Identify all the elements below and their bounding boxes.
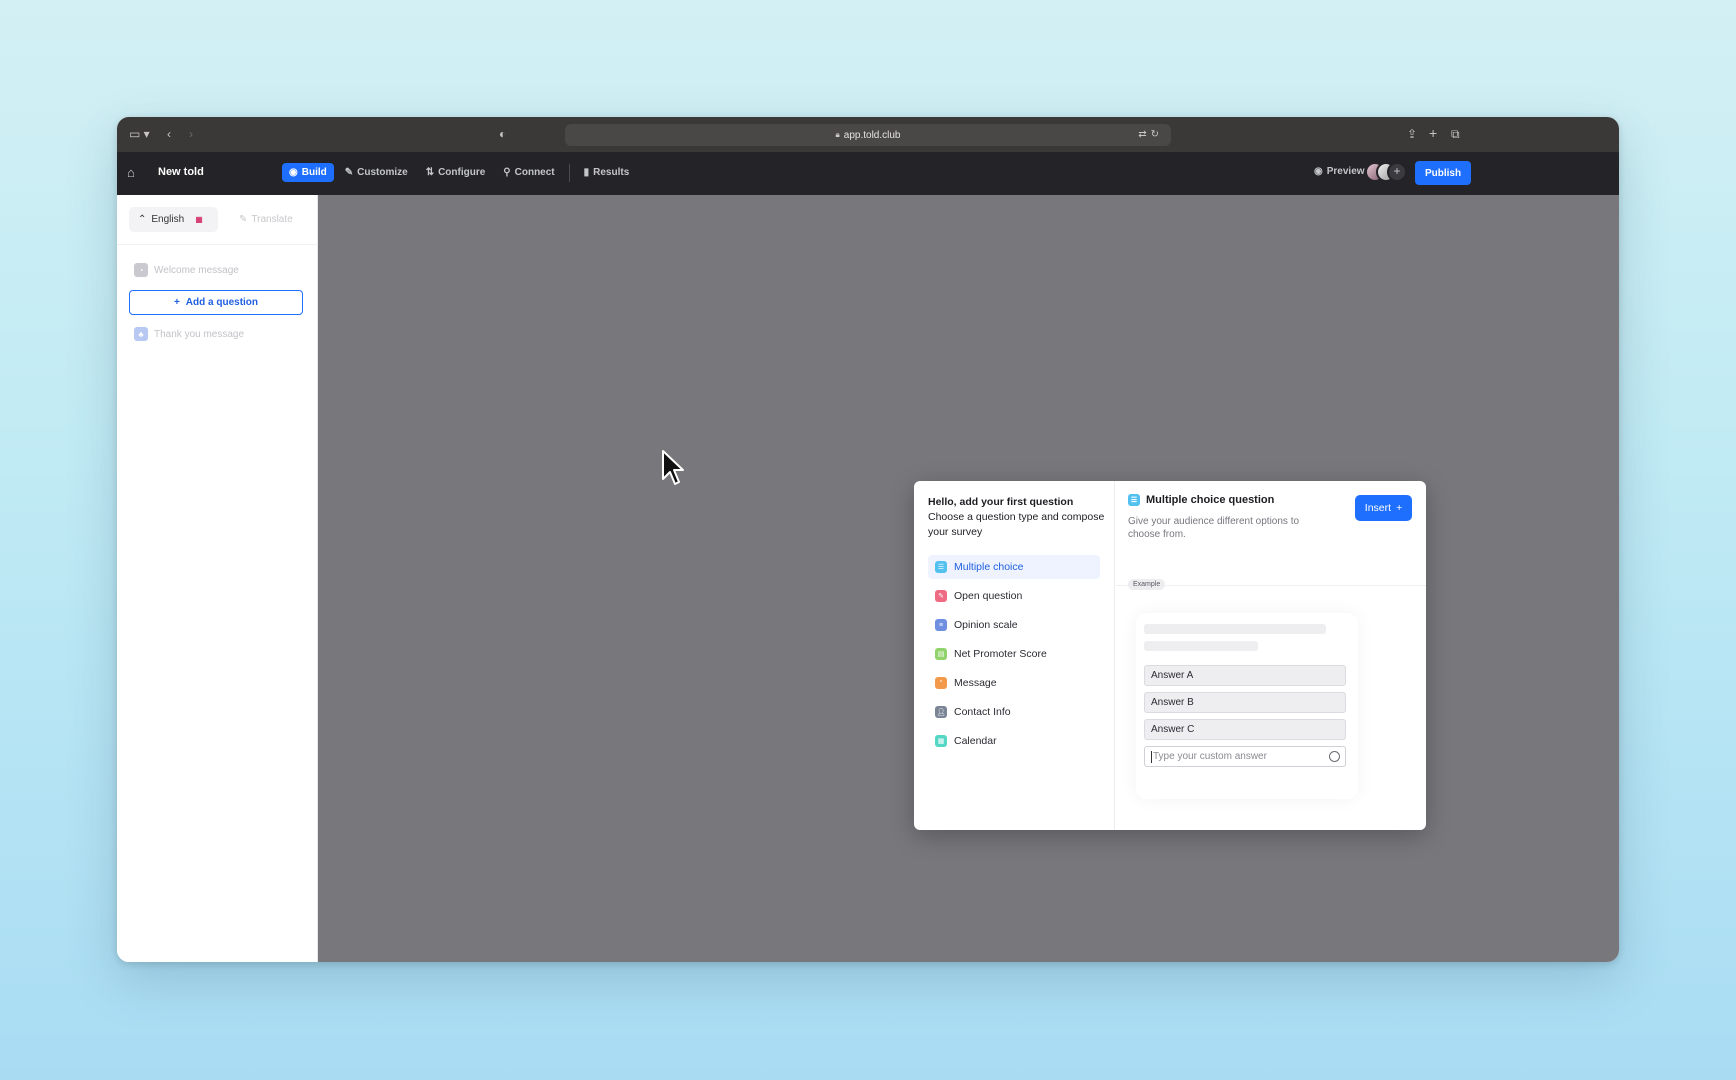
question-type-detail: ☰ Multiple choice question Give your aud… bbox=[1116, 481, 1426, 830]
mouse-cursor-icon bbox=[662, 450, 684, 485]
tab-customize[interactable]: ✎ Customize bbox=[338, 163, 415, 182]
question-type-modal: Hello, add your first question Choose a … bbox=[914, 481, 1426, 830]
new-tab-icon[interactable]: + bbox=[1429, 125, 1437, 141]
skeleton-line bbox=[1144, 624, 1326, 634]
tab-connect[interactable]: ⚲ Connect bbox=[496, 163, 561, 182]
sidebar-toggle-icon[interactable]: ▭ ▾ bbox=[129, 127, 150, 141]
welcome-message-item[interactable]: ◔ Welcome message bbox=[134, 263, 239, 277]
example-preview: Answer A Answer B Answer C Type your cus… bbox=[1136, 613, 1358, 799]
browser-toolbar: ▭ ▾ ‹ › ◐ 🔒︎ app.told.club ⇄↻ ⇪ + ⧉ bbox=[117, 117, 1619, 152]
bar-chart-icon: ▮ bbox=[583, 167, 590, 178]
tab-configure[interactable]: ⇅ Configure bbox=[419, 163, 493, 182]
build-icon: ◉ bbox=[289, 167, 298, 178]
nav-divider bbox=[568, 163, 570, 182]
collaborators: + bbox=[1365, 162, 1407, 182]
opinion-scale-icon: ≡ bbox=[935, 619, 947, 631]
contact-info-icon: 👤︎ bbox=[935, 706, 947, 718]
insert-button[interactable]: Insert + bbox=[1355, 495, 1412, 521]
detail-title: ☰ Multiple choice question bbox=[1128, 494, 1274, 506]
main-nav: ◉ Build ✎ Customize ⇅ Configure ⚲ Connect ▮ R… bbox=[282, 163, 636, 182]
editor-canvas: Hello, add your first question Choose a … bbox=[318, 195, 1619, 962]
brush-icon: ✎ bbox=[344, 167, 354, 178]
language-selector[interactable]: ⌃ English ▦ bbox=[129, 207, 218, 232]
chevron-up-icon: ⌃ bbox=[138, 214, 147, 225]
detail-description: Give your audience different options to … bbox=[1128, 516, 1300, 540]
question-type-list: Hello, add your first question Choose a … bbox=[914, 481, 1115, 830]
sliders-icon: ⇅ bbox=[425, 167, 435, 178]
share-icon[interactable]: ⇪ bbox=[1407, 127, 1417, 141]
multiple-choice-icon: ☰ bbox=[935, 561, 947, 573]
tab-build[interactable]: ◉ Build bbox=[282, 163, 334, 182]
calendar-icon: ▦ bbox=[935, 735, 947, 747]
modal-heading: Hello, add your first question Choose a … bbox=[928, 496, 1105, 538]
app-header: ⌂ New told ◉ Build ✎ Customize ⇅ Configure … bbox=[117, 152, 1619, 195]
open-question-icon: ✎ bbox=[935, 590, 947, 602]
translate-button[interactable]: ✎ Translate bbox=[239, 214, 293, 225]
eye-icon: ◉ bbox=[1314, 166, 1323, 177]
home-icon[interactable]: ⌂ bbox=[127, 165, 141, 180]
preview-button[interactable]: ◉ Preview bbox=[1314, 166, 1365, 177]
nps-icon: ▤ bbox=[935, 648, 947, 660]
qtype-multiple-choice[interactable]: ☰ Multiple choice bbox=[928, 555, 1100, 579]
tab-results[interactable]: ▮ Results bbox=[577, 163, 637, 182]
add-question-button[interactable]: + Add a question bbox=[129, 290, 303, 315]
qtype-contact-info[interactable]: 👤︎ Contact Info bbox=[928, 700, 1100, 724]
message-icon: “ bbox=[935, 677, 947, 689]
lock-icon: 🔒︎ bbox=[835, 130, 840, 139]
thank-you-icon: ♣ bbox=[134, 327, 148, 341]
welcome-icon: ◔ bbox=[134, 263, 148, 277]
answer-option[interactable]: Answer C bbox=[1144, 719, 1346, 740]
answer-option[interactable]: Answer B bbox=[1144, 692, 1346, 713]
reload-icon[interactable]: ⇄↻ bbox=[1138, 129, 1163, 140]
back-icon[interactable]: ‹ bbox=[167, 127, 171, 141]
add-collaborator-icon[interactable]: + bbox=[1387, 162, 1407, 182]
qtype-calendar[interactable]: ▦ Calendar bbox=[928, 729, 1100, 753]
qtype-open-question[interactable]: ✎ Open question bbox=[928, 584, 1100, 608]
told-title[interactable]: New told bbox=[158, 166, 204, 178]
plus-icon: + bbox=[1396, 502, 1403, 514]
plus-icon: + bbox=[173, 297, 180, 308]
qtype-opinion-scale[interactable]: ≡ Opinion scale bbox=[928, 613, 1100, 637]
address-bar[interactable]: 🔒︎ app.told.club ⇄↻ bbox=[565, 124, 1171, 146]
answer-option[interactable]: Answer A bbox=[1144, 665, 1346, 686]
divider bbox=[117, 244, 317, 245]
plug-icon: ⚲ bbox=[503, 167, 511, 178]
privacy-shield-icon[interactable]: ◐ bbox=[499, 127, 506, 141]
uk-flag-icon: ▦ bbox=[195, 215, 203, 224]
url-text: app.told.club bbox=[843, 129, 901, 141]
radio-icon[interactable] bbox=[1329, 751, 1340, 762]
qtype-nps[interactable]: ▤ Net Promoter Score bbox=[928, 642, 1100, 666]
custom-answer-input[interactable]: Type your custom answer bbox=[1144, 746, 1346, 767]
thank-you-message-item[interactable]: ♣ Thank you message bbox=[134, 327, 244, 341]
publish-button[interactable]: Publish bbox=[1415, 161, 1471, 185]
example-badge: Example bbox=[1128, 579, 1166, 590]
multiple-choice-icon: ☰ bbox=[1128, 494, 1140, 506]
browser-window: ▭ ▾ ‹ › ◐ 🔒︎ app.told.club ⇄↻ ⇪ + ⧉ ⌂ Ne… bbox=[117, 117, 1619, 962]
tabs-overview-icon[interactable]: ⧉ bbox=[1451, 127, 1460, 142]
forward-icon[interactable]: › bbox=[189, 127, 193, 141]
translate-icon: ✎ bbox=[239, 214, 248, 225]
skeleton-line bbox=[1144, 641, 1258, 651]
qtype-message[interactable]: “ Message bbox=[928, 671, 1100, 695]
text-caret bbox=[1151, 750, 1152, 763]
sidebar: ⌃ English ▦ ✎ Translate ◔ Welcome message… bbox=[117, 195, 318, 962]
